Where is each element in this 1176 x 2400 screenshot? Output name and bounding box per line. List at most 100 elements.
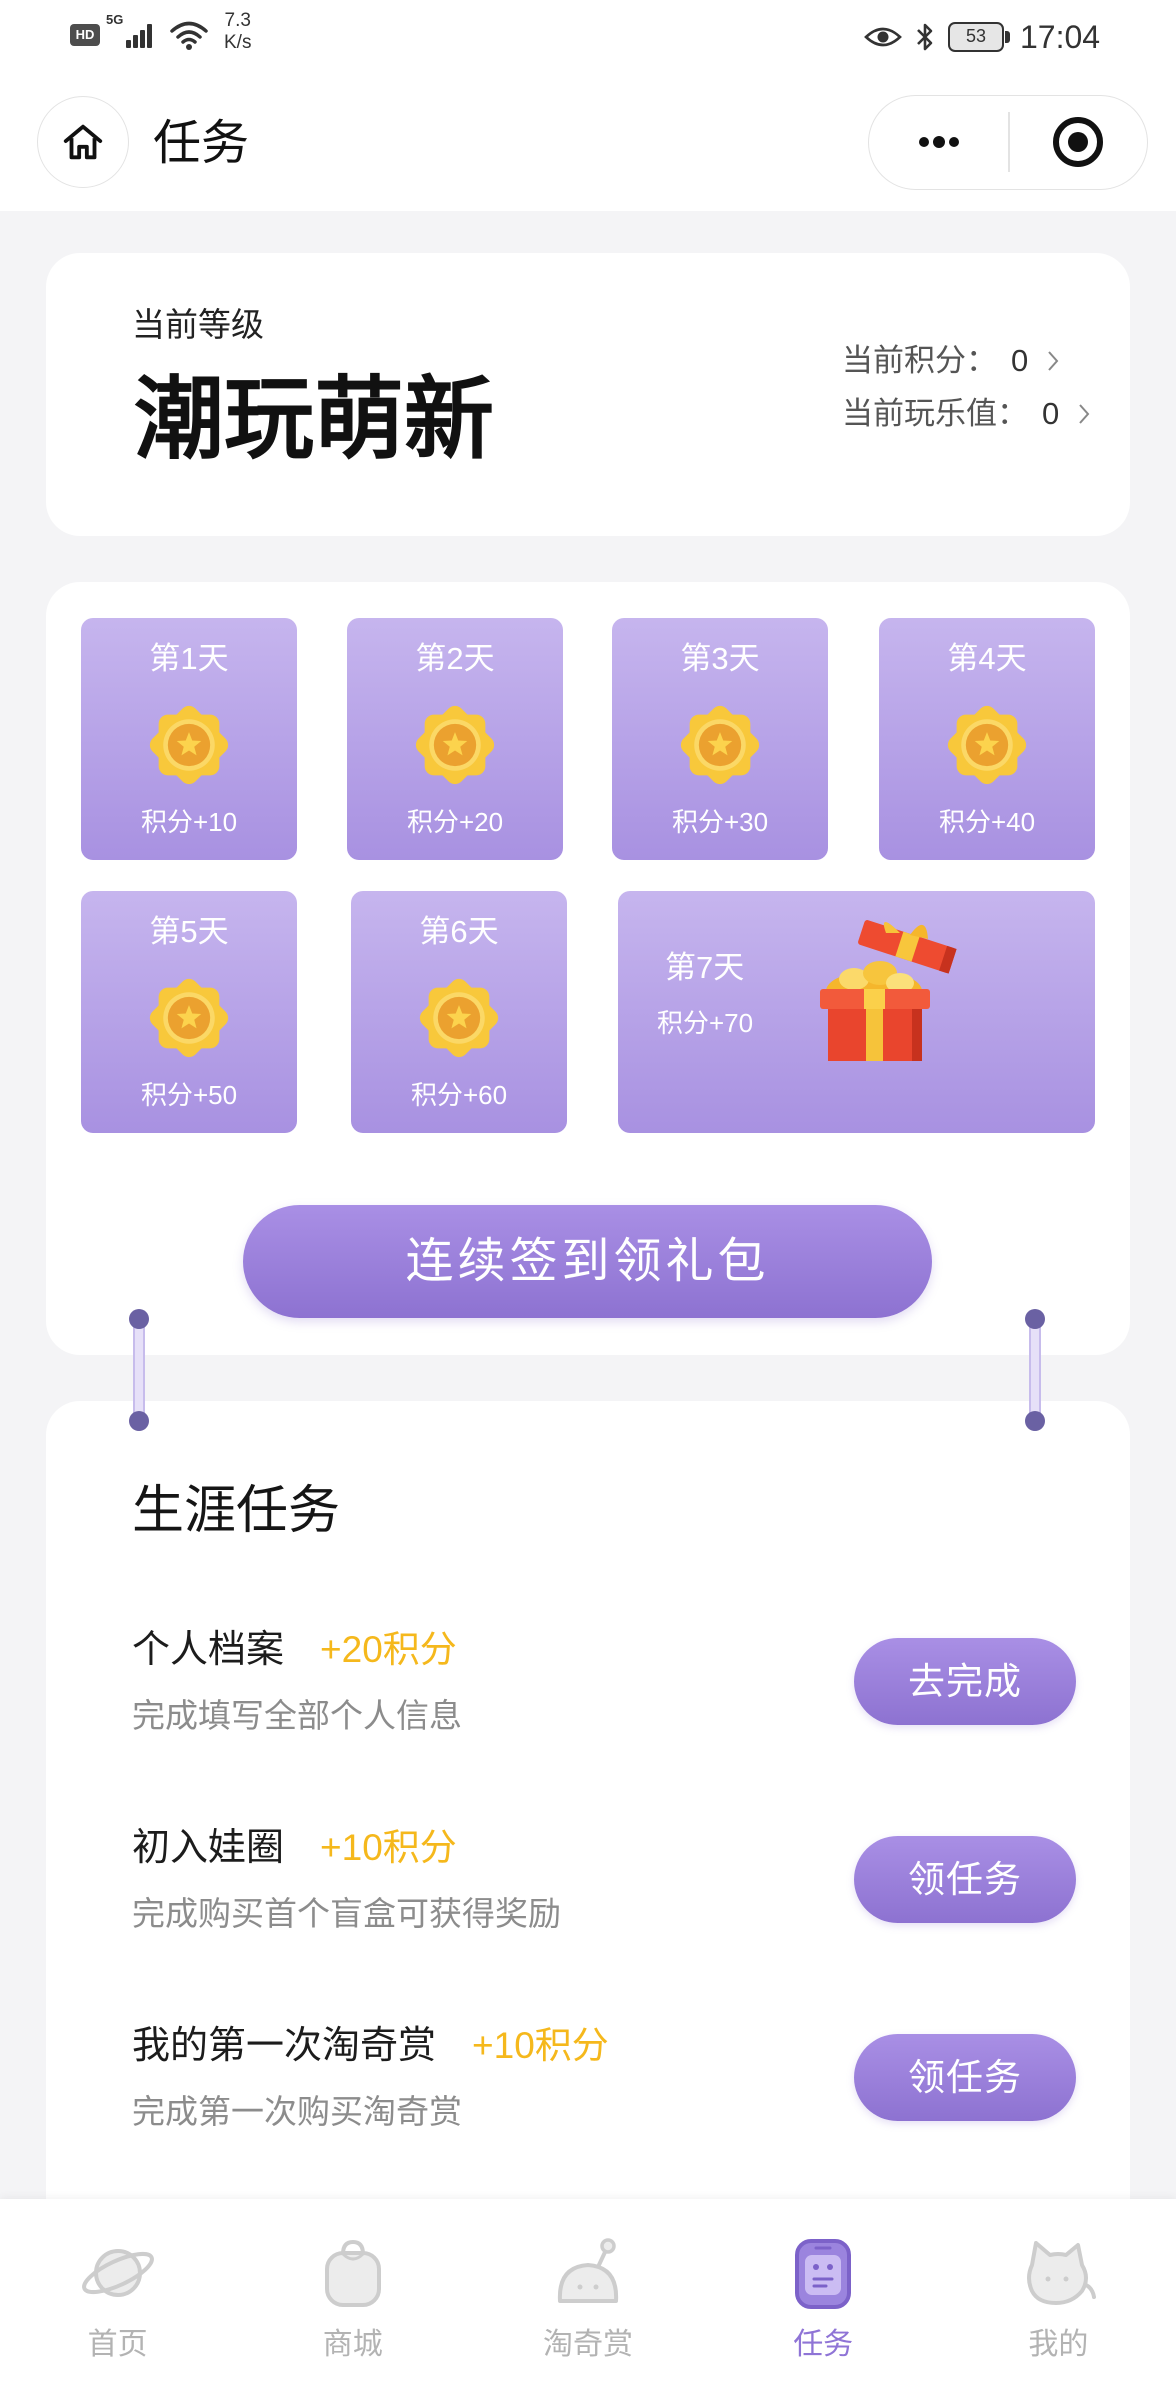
tab-mine[interactable]: 我的 xyxy=(941,2199,1176,2400)
connector-knob xyxy=(1025,1411,1045,1431)
checkin-day-tile: 第4天 积分+40 xyxy=(879,618,1095,860)
chevron-right-icon xyxy=(1048,351,1059,371)
connector-knob xyxy=(129,1411,149,1431)
day-reward: 积分+40 xyxy=(938,807,1036,837)
mini-program-capsule xyxy=(868,95,1148,190)
gift-box-icon xyxy=(820,920,957,1061)
bag-icon xyxy=(324,2239,381,2307)
task-action-button[interactable]: 去完成 xyxy=(854,1638,1076,1725)
day-label: 第3天 xyxy=(680,641,760,676)
connector-knob xyxy=(1025,1309,1045,1329)
fun-label: 当前玩乐值： xyxy=(842,396,1028,431)
tab-label: 商城 xyxy=(322,2328,383,2361)
network-speed: 7.3 K/s xyxy=(224,10,251,54)
day-label: 第2天 xyxy=(415,641,495,676)
tab-label: 首页 xyxy=(87,2328,148,2361)
more-dots-icon xyxy=(918,136,959,148)
tab-label: 任务 xyxy=(793,2328,854,2361)
connector-rope xyxy=(1029,1319,1041,1421)
day-reward: 积分+50 xyxy=(140,1080,238,1110)
level-card: 当前等级 潮玩萌新 当前积分： 0 当前玩乐值： 0 xyxy=(46,253,1130,536)
task-action-button[interactable]: 领任务 xyxy=(854,1836,1076,1923)
task-desc: 完成第一次购买淘奇赏 xyxy=(132,2093,462,2130)
day-reward: 积分+30 xyxy=(671,807,769,837)
tab-mall[interactable]: 商城 xyxy=(235,2199,470,2400)
checkin-day-tile: 第5天 积分+50 xyxy=(81,891,297,1133)
task-icon xyxy=(795,2239,852,2309)
battery-tip xyxy=(1005,31,1010,43)
home-icon xyxy=(63,124,103,160)
day-label: 第4天 xyxy=(947,641,1027,676)
more-button[interactable] xyxy=(869,96,1008,188)
task-row: 初入娃圈 +10积分 完成购买首个盲盒可获得奖励 领任务 xyxy=(46,1824,1130,1944)
points-link[interactable]: 当前积分： 0 xyxy=(842,341,1060,381)
task-action-button[interactable]: 领任务 xyxy=(854,2034,1076,2121)
blob-antenna-icon xyxy=(557,2238,618,2303)
day-reward: 积分+60 xyxy=(410,1080,508,1110)
bottom-tab-bar: 首页 商城 淘奇赏 任务 我的 xyxy=(0,2199,1176,2400)
task-points: +10积分 xyxy=(320,1827,457,1868)
checkin-gift-button[interactable]: 连续签到领礼包 xyxy=(243,1205,932,1318)
signal-icon xyxy=(126,24,152,48)
task-name-line: 我的第一次淘奇赏 +10积分 xyxy=(132,2022,609,2070)
day-reward: 积分+10 xyxy=(140,807,238,837)
speed-unit: K/s xyxy=(224,32,252,53)
tab-tasks[interactable]: 任务 xyxy=(706,2199,941,2400)
tab-label: 我的 xyxy=(1028,2328,1089,2361)
task-desc: 完成填写全部个人信息 xyxy=(132,1697,462,1734)
hd-badge: HD xyxy=(70,24,100,46)
task-name-line: 个人档案 +20积分 xyxy=(132,1626,457,1674)
task-row: 我的第一次淘奇赏 +10积分 完成第一次购买淘奇赏 领任务 xyxy=(46,2022,1130,2142)
level-label: 当前等级 xyxy=(132,306,264,343)
battery-icon: 53 xyxy=(948,22,1004,52)
task-points: +10积分 xyxy=(472,2025,609,2066)
battery-level: 53 xyxy=(965,26,987,46)
task-name: 我的第一次淘奇赏 xyxy=(132,2025,437,2067)
level-name: 潮玩萌新 xyxy=(134,370,494,470)
eye-icon xyxy=(864,27,902,47)
fun-value: 0 xyxy=(1042,396,1060,431)
bluetooth-icon xyxy=(917,23,933,51)
medal-icon xyxy=(413,972,505,1064)
task-desc: 完成购买首个盲盒可获得奖励 xyxy=(132,1895,561,1932)
fun-value-link[interactable]: 当前玩乐值： 0 xyxy=(842,394,1091,434)
chevron-right-icon xyxy=(1079,404,1090,424)
top-bar: HD 5G 7.3 K/s 53 17:04 任务 xyxy=(0,0,1176,211)
speed-value: 7.3 xyxy=(224,10,251,31)
checkin-day-tile: 第6天 积分+60 xyxy=(351,891,567,1133)
day-label: 第1天 xyxy=(149,641,229,676)
checkin-day-tile: 第3天 积分+30 xyxy=(612,618,828,860)
planet-icon xyxy=(81,2249,154,2297)
home-button[interactable] xyxy=(37,96,129,188)
tab-taoqishang[interactable]: 淘奇赏 xyxy=(470,2199,705,2400)
page-title: 任务 xyxy=(153,117,250,170)
connector-knob xyxy=(129,1309,149,1329)
checkin-card: 第1天 积分+10 第2天 积分+20 第3天 积分+30 第4天 积分+40 … xyxy=(46,582,1130,1355)
day-label: 第5天 xyxy=(149,914,229,949)
medal-icon xyxy=(143,972,235,1064)
network-type: 5G xyxy=(106,12,124,27)
checkin-day7-tile: 第7天 积分+70 xyxy=(618,891,1095,1133)
target-icon xyxy=(1053,117,1103,167)
task-points: +20积分 xyxy=(320,1629,457,1670)
day-label: 第7天 xyxy=(665,950,745,985)
tab-home[interactable]: 首页 xyxy=(0,2199,235,2400)
task-name: 初入娃圈 xyxy=(132,1827,285,1869)
day-label: 第6天 xyxy=(419,914,499,949)
tab-label: 淘奇赏 xyxy=(542,2328,633,2361)
card-connector-right xyxy=(1024,1309,1046,1431)
medal-icon xyxy=(941,699,1033,791)
task-name-line: 初入娃圈 +10积分 xyxy=(132,1824,457,1872)
section-title: 生涯任务 xyxy=(132,1482,341,1540)
status-time: 17:04 xyxy=(1020,19,1101,55)
points-value: 0 xyxy=(1011,343,1029,378)
points-label: 当前积分： xyxy=(842,343,997,378)
close-mini-program-button[interactable] xyxy=(1010,96,1146,188)
wifi-icon xyxy=(170,21,208,50)
checkin-day-tile: 第2天 积分+20 xyxy=(347,618,563,860)
connector-rope xyxy=(133,1319,145,1421)
task-name: 个人档案 xyxy=(132,1629,285,1671)
card-connector-left xyxy=(128,1309,150,1431)
checkin-day-tile: 第1天 积分+10 xyxy=(81,618,297,860)
cat-icon xyxy=(1027,2241,1097,2305)
